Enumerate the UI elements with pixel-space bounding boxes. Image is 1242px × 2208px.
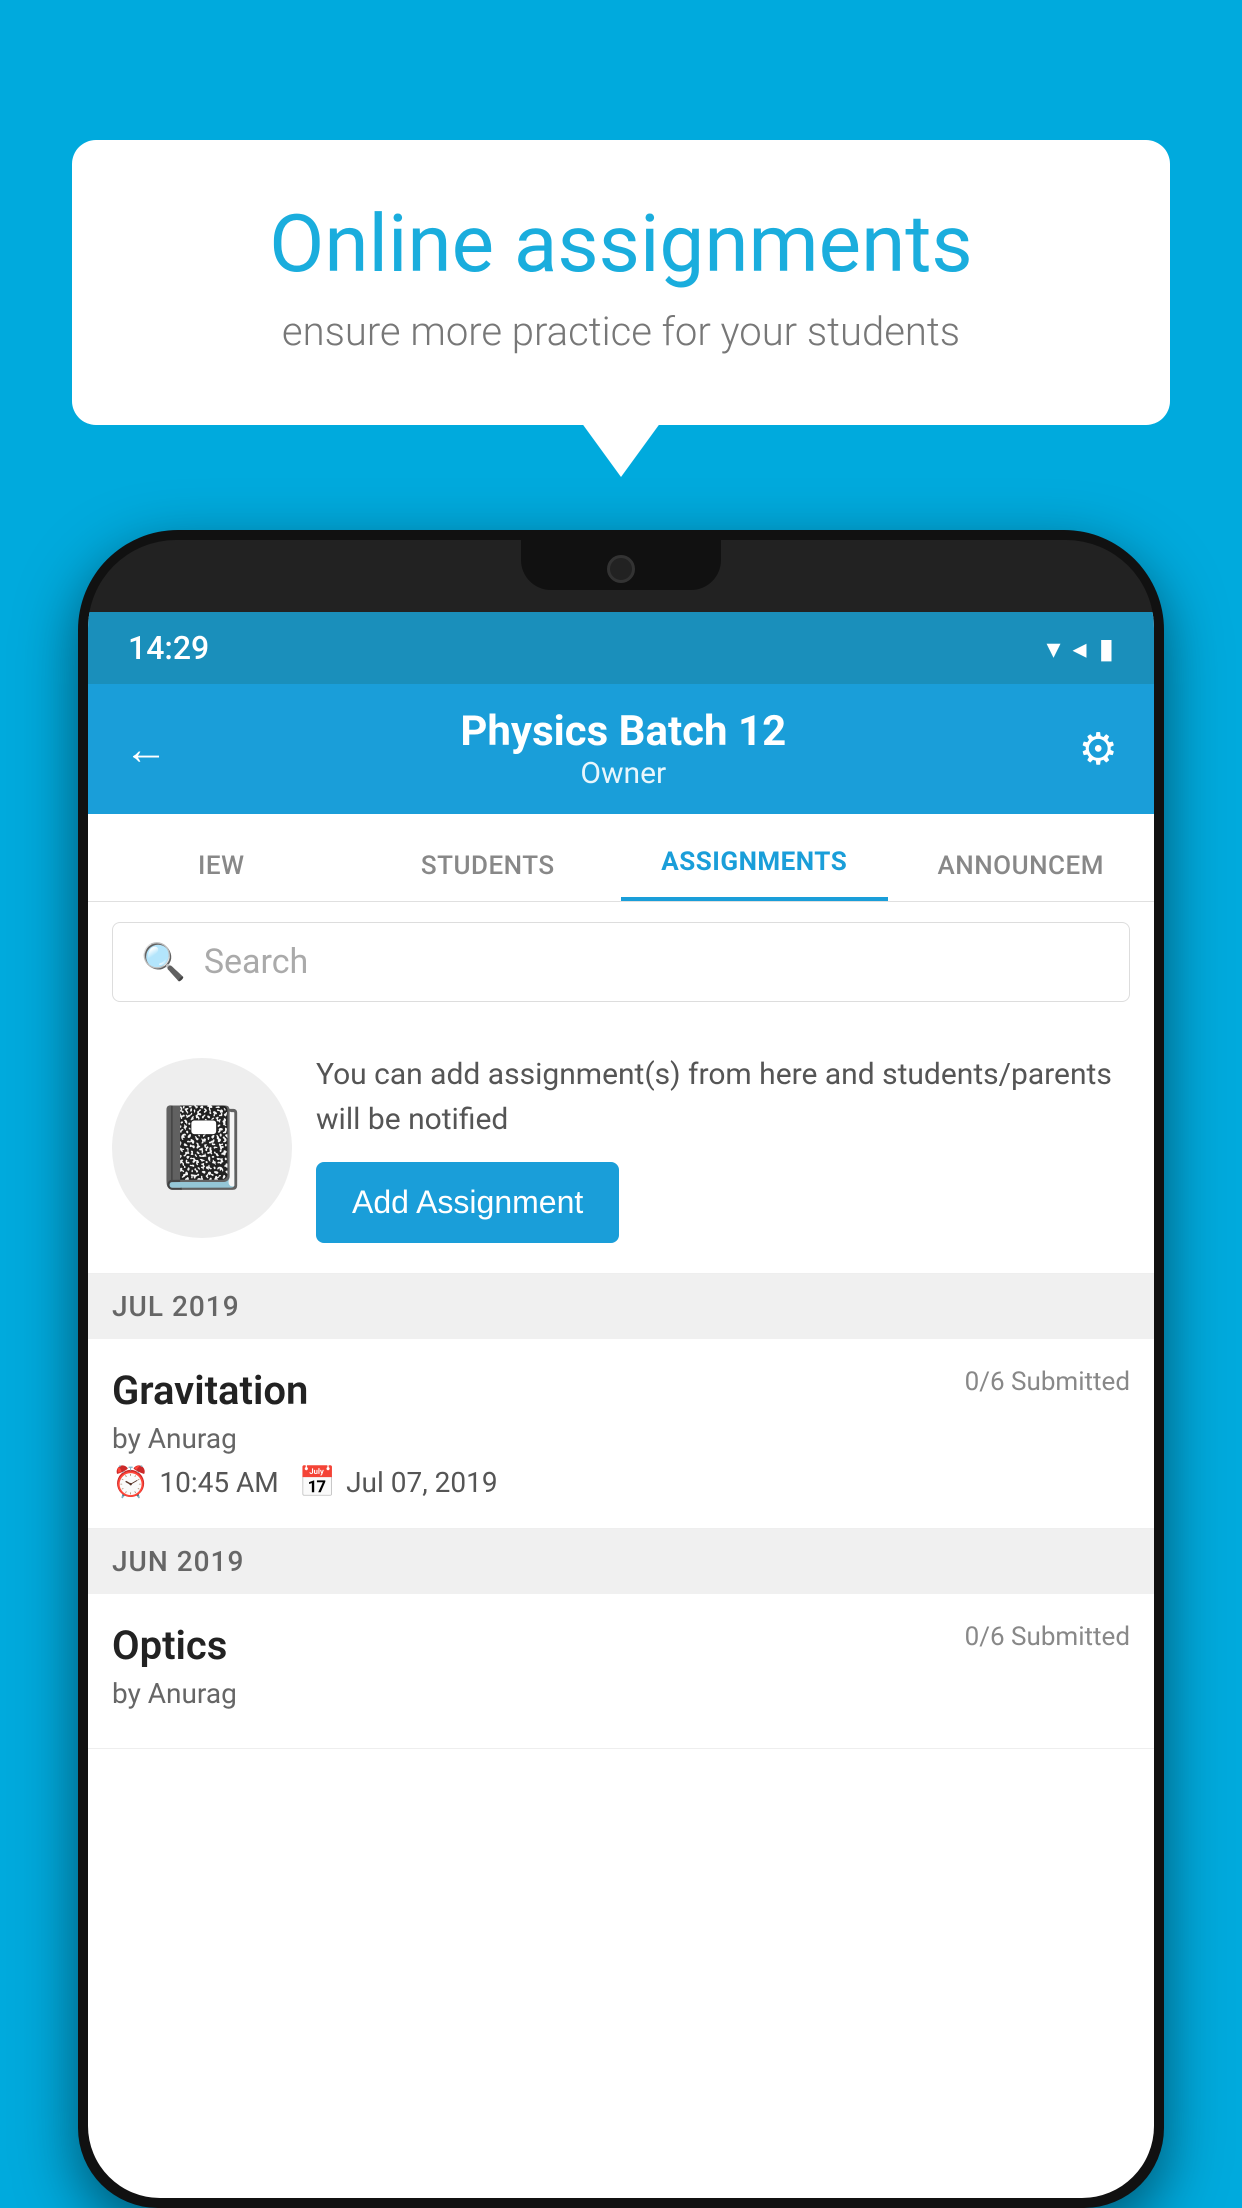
assignment-submitted-optics: 0/6 Submitted — [965, 1622, 1130, 1652]
promo-right: You can add assignment(s) from here and … — [316, 1052, 1130, 1243]
speech-bubble-container: Online assignments ensure more practice … — [72, 140, 1170, 425]
search-placeholder: Search — [204, 942, 308, 982]
phone-inner: 14:29 ▾ ◂ ▮ ← Physics Batch 12 Owner ⚙ I… — [88, 540, 1154, 2198]
assignment-name: Gravitation — [112, 1367, 308, 1414]
clock-icon: ⏰ — [112, 1465, 149, 1500]
header-title-block: Physics Batch 12 Owner — [460, 707, 786, 791]
assignment-top-row: Gravitation 0/6 Submitted — [112, 1367, 1130, 1414]
tab-assignments[interactable]: ASSIGNMENTS — [621, 814, 888, 901]
tab-iew[interactable]: IEW — [88, 814, 355, 901]
phone-screen: 14:29 ▾ ◂ ▮ ← Physics Batch 12 Owner ⚙ I… — [88, 612, 1154, 2198]
search-box[interactable]: 🔍 Search — [112, 922, 1130, 1002]
settings-button[interactable]: ⚙ — [1079, 723, 1118, 775]
battery-icon: ▮ — [1099, 632, 1114, 665]
section-label-jun2019: JUN 2019 — [112, 1545, 244, 1578]
assignment-item-gravitation[interactable]: Gravitation 0/6 Submitted by Anurag ⏰ 10… — [88, 1339, 1154, 1529]
signal-icon: ◂ — [1073, 632, 1087, 665]
meta-date: 📅 Jul 07, 2019 — [299, 1465, 498, 1500]
status-time: 14:29 — [128, 629, 209, 667]
add-assignment-promo: 📓 You can add assignment(s) from here an… — [88, 1022, 1154, 1274]
assignment-item-optics[interactable]: Optics 0/6 Submitted by Anurag — [88, 1594, 1154, 1749]
status-icons: ▾ ◂ ▮ — [1046, 632, 1114, 665]
bubble-subtitle: ensure more practice for your students — [152, 308, 1090, 355]
assignment-name-optics: Optics — [112, 1622, 227, 1669]
section-label-jul2019: JUL 2019 — [112, 1290, 240, 1323]
meta-time: ⏰ 10:45 AM — [112, 1465, 279, 1500]
assignment-top-row-optics: Optics 0/6 Submitted — [112, 1622, 1130, 1669]
status-bar: 14:29 ▾ ◂ ▮ — [88, 612, 1154, 684]
promo-text: You can add assignment(s) from here and … — [316, 1052, 1130, 1142]
calendar-icon: 📅 — [299, 1465, 336, 1500]
assignment-submitted: 0/6 Submitted — [965, 1367, 1130, 1397]
assignment-author: by Anurag — [112, 1422, 1130, 1455]
tab-students[interactable]: STUDENTS — [355, 814, 622, 901]
app-header: ← Physics Batch 12 Owner ⚙ — [88, 684, 1154, 814]
assignment-meta: ⏰ 10:45 AM 📅 Jul 07, 2019 — [112, 1465, 1130, 1500]
assignment-date: Jul 07, 2019 — [346, 1466, 498, 1499]
wifi-icon: ▾ — [1046, 632, 1060, 665]
promo-icon-circle: 📓 — [112, 1058, 292, 1238]
speech-bubble: Online assignments ensure more practice … — [72, 140, 1170, 425]
phone-notch — [521, 540, 721, 590]
search-container: 🔍 Search — [88, 902, 1154, 1022]
header-subtitle: Owner — [460, 756, 786, 791]
notebook-icon: 📓 — [152, 1101, 252, 1195]
tabs-bar: IEW STUDENTS ASSIGNMENTS ANNOUNCEM — [88, 814, 1154, 902]
section-header-jul2019: JUL 2019 — [88, 1274, 1154, 1339]
assignment-time: 10:45 AM — [159, 1466, 278, 1499]
header-title: Physics Batch 12 — [460, 707, 786, 756]
phone-frame: 14:29 ▾ ◂ ▮ ← Physics Batch 12 Owner ⚙ I… — [78, 530, 1164, 2208]
section-header-jun2019: JUN 2019 — [88, 1529, 1154, 1594]
tab-announcements[interactable]: ANNOUNCEM — [888, 814, 1155, 901]
back-button[interactable]: ← — [124, 723, 168, 775]
front-camera — [607, 555, 635, 583]
search-icon: 🔍 — [141, 941, 186, 983]
add-assignment-button[interactable]: Add Assignment — [316, 1162, 619, 1243]
assignment-author-optics: by Anurag — [112, 1677, 1130, 1710]
bubble-title: Online assignments — [152, 200, 1090, 288]
